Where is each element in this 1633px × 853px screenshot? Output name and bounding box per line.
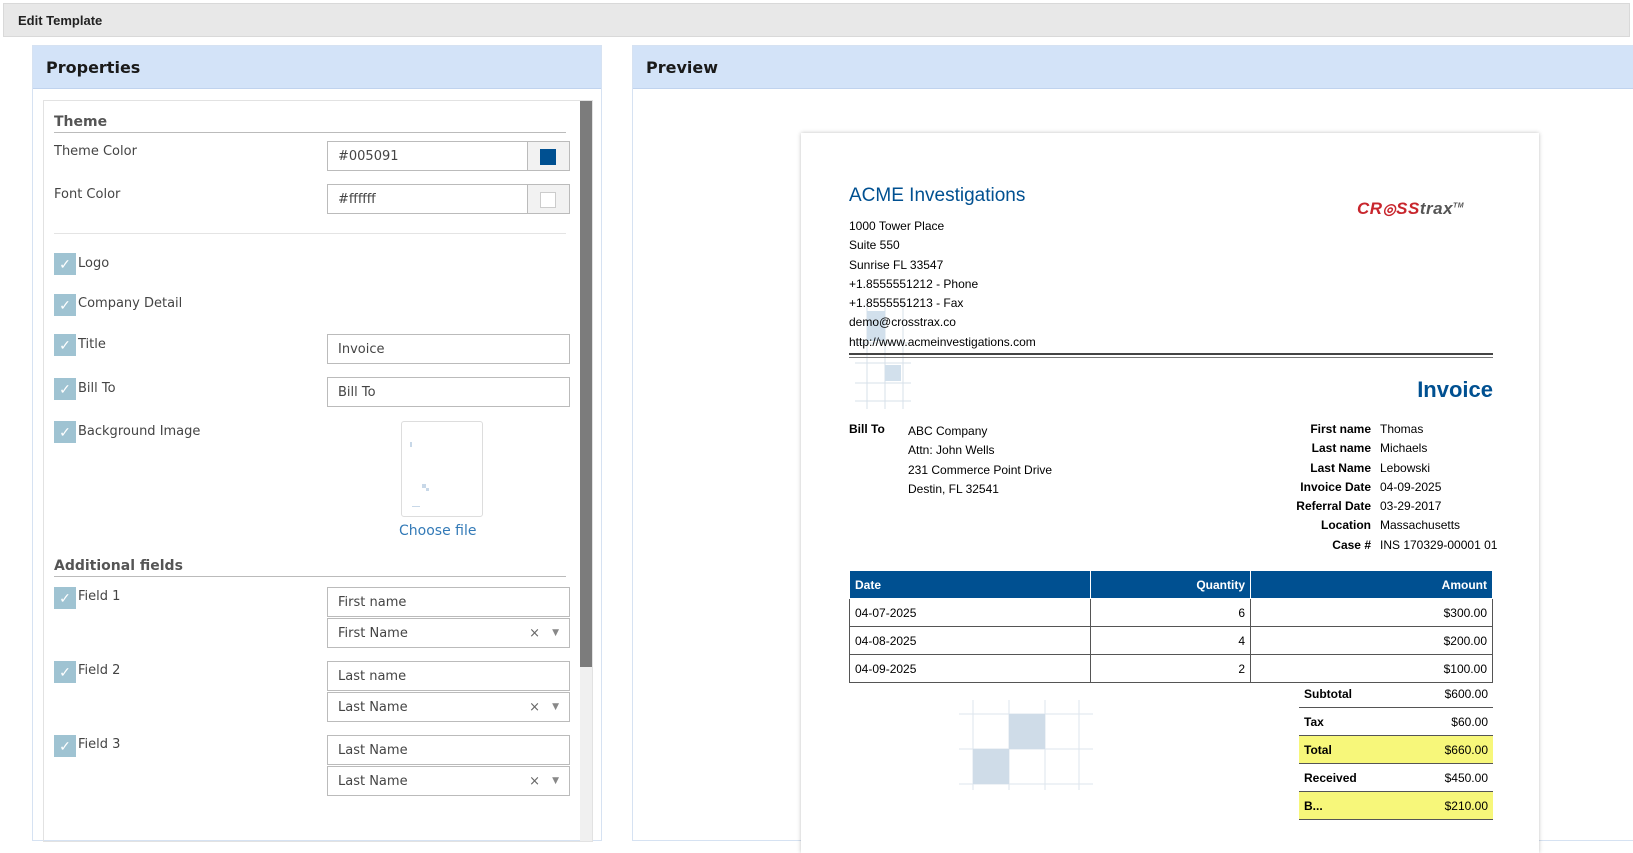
meta-row: Referral Date 03-29-2017	[1296, 499, 1442, 514]
clear-icon[interactable]: ×	[529, 700, 540, 715]
company-detail-checkbox[interactable]: ✓	[54, 294, 76, 316]
bill-to-heading: Bill To	[849, 422, 885, 436]
company-detail-label: Company Detail	[78, 296, 183, 311]
column-header-amount: Amount	[1250, 570, 1493, 599]
balance-row: B... $210.00	[1299, 792, 1493, 820]
field-3-select[interactable]: Last Name × ▼	[327, 766, 570, 796]
field-3-select-value: Last Name	[338, 773, 408, 789]
header-divider	[849, 353, 1493, 355]
field-2-select[interactable]: Last Name × ▼	[327, 692, 570, 722]
font-color-input[interactable]: #ffffff	[327, 184, 527, 214]
company-name: ACME Investigations	[849, 185, 1026, 206]
meta-row: Case # INS 170329-00001 01	[1332, 537, 1498, 552]
title-input[interactable]: Invoice	[327, 334, 570, 364]
table-row: 04-08-2025 4 $200.00	[849, 626, 1493, 655]
meta-row: Invoice Date 04-09-2025	[1300, 479, 1442, 494]
address-line: Sunrise FL 33547	[849, 257, 944, 272]
table-row: 04-09-2025 2 $100.00	[849, 654, 1493, 683]
choose-file-link[interactable]: Choose file	[399, 523, 476, 539]
field-3-text-input[interactable]: Last Name	[327, 735, 570, 765]
theme-color-swatch	[540, 149, 556, 165]
additional-fields-title: Additional fields	[54, 558, 566, 577]
fax-line: +1.8555551213 - Fax	[849, 296, 964, 311]
clear-icon[interactable]: ×	[529, 774, 540, 789]
title-label: Title	[78, 337, 106, 352]
field-2-select-value: Last Name	[338, 699, 408, 715]
phone-line: +1.8555551212 - Phone	[849, 276, 979, 291]
field-1-select[interactable]: First Name × ▼	[327, 618, 570, 648]
theme-color-label: Theme Color	[54, 144, 137, 159]
meta-row: Location Massachusetts	[1321, 518, 1461, 533]
font-color-label: Font Color	[54, 187, 121, 202]
website-line: http://www.acmeinvestigations.com	[849, 334, 1036, 349]
meta-row: First name Thomas	[1310, 422, 1424, 436]
properties-title: Properties	[33, 46, 601, 89]
field-1-checkbox[interactable]: ✓	[54, 587, 76, 609]
invoice-meta: First name Thomas Last name Michaels Last …	[1271, 422, 1501, 557]
theme-color-input[interactable]: #005091	[327, 141, 527, 171]
logo-label: Logo	[78, 256, 110, 271]
background-image-thumbnail[interactable]	[401, 421, 483, 517]
invoice-totals: Subtotal $600.00 Tax $60.00 Total $660.00 R…	[1299, 680, 1493, 820]
chevron-down-icon[interactable]: ▼	[552, 628, 559, 638]
meta-row: Last Name Lebowski	[1310, 460, 1431, 475]
bill-to-checkbox[interactable]: ✓	[54, 378, 76, 400]
font-color-picker[interactable]	[527, 184, 570, 214]
company-address: 1000 Tower Place Suite 550 Sunrise FL 33…	[849, 217, 1036, 352]
invoice-page: ACME Investigations 1000 Tower Place Sui…	[801, 133, 1539, 853]
properties-scroll-area: Theme Theme Color #005091 Font Color #ff…	[43, 100, 593, 842]
clear-icon[interactable]: ×	[529, 626, 540, 641]
chevron-down-icon[interactable]: ▼	[552, 776, 559, 786]
field-1-label: Field 1	[78, 589, 121, 604]
table-header-row: Date Quantity Amount	[849, 570, 1493, 599]
bill-to-line: Destin, FL 32541	[908, 481, 999, 496]
tax-row: Tax $60.00	[1299, 708, 1493, 736]
total-row: Total $660.00	[1299, 736, 1493, 764]
crosstrax-logo: CR◎SStraxTM	[1357, 199, 1465, 218]
background-image-label: Background Image	[78, 424, 201, 439]
edit-template-header: Edit Template	[3, 3, 1630, 37]
bill-to-line: ABC Company	[908, 424, 988, 438]
email-line: demo@crosstrax.co	[849, 315, 956, 330]
field-2-text-input[interactable]: Last name	[327, 661, 570, 691]
bill-to-address: ABC Company Attn: John Wells 231 Commerc…	[908, 422, 1052, 499]
column-header-date: Date	[849, 570, 1091, 599]
bill-to-line: 231 Commerce Point Drive	[908, 462, 1053, 477]
address-line: Suite 550	[849, 238, 900, 253]
bill-to-line: Attn: John Wells	[908, 443, 995, 458]
bill-to-input[interactable]: Bill To	[327, 377, 570, 407]
field-2-checkbox[interactable]: ✓	[54, 661, 76, 683]
divider	[54, 233, 566, 234]
chevron-down-icon[interactable]: ▼	[552, 702, 559, 712]
field-3-label: Field 3	[78, 737, 121, 752]
background-image-checkbox[interactable]: ✓	[54, 421, 76, 443]
table-row: 04-07-2025 6 $300.00	[849, 598, 1493, 627]
theme-color-picker[interactable]	[527, 141, 570, 171]
column-header-quantity: Quantity	[1090, 570, 1251, 599]
received-row: Received $450.00	[1299, 764, 1493, 792]
font-color-swatch	[540, 192, 556, 208]
scrollbar[interactable]	[580, 101, 592, 841]
properties-panel: Properties Theme Theme Color #005091 Fon…	[32, 45, 602, 842]
field-1-text-input[interactable]: First name	[327, 587, 570, 617]
meta-row: Last name Michaels	[1311, 441, 1428, 456]
bill-to-label: Bill To	[78, 381, 116, 396]
logo-checkbox[interactable]: ✓	[54, 253, 76, 275]
title-checkbox[interactable]: ✓	[54, 334, 76, 356]
theme-section-title: Theme	[54, 114, 566, 133]
scrollbar-thumb[interactable]	[580, 101, 592, 667]
subtotal-row: Subtotal $600.00	[1299, 680, 1493, 708]
field-3-checkbox[interactable]: ✓	[54, 735, 76, 757]
line-items-table: Date Quantity Amount 04-07-2025 6 $300.00 …	[849, 570, 1493, 683]
field-1-select-value: First Name	[338, 625, 408, 641]
preview-panel: Preview ACME Investigations 1000 Tower P…	[632, 45, 1633, 853]
watermark-grid	[959, 700, 1093, 790]
address-line: 1000 Tower Place	[849, 219, 945, 233]
preview-title: Preview	[633, 46, 1633, 89]
header-divider-thin	[849, 357, 1493, 358]
invoice-title: Invoice	[1417, 377, 1493, 402]
background-image-preview	[410, 442, 429, 507]
field-2-label: Field 2	[78, 663, 121, 678]
